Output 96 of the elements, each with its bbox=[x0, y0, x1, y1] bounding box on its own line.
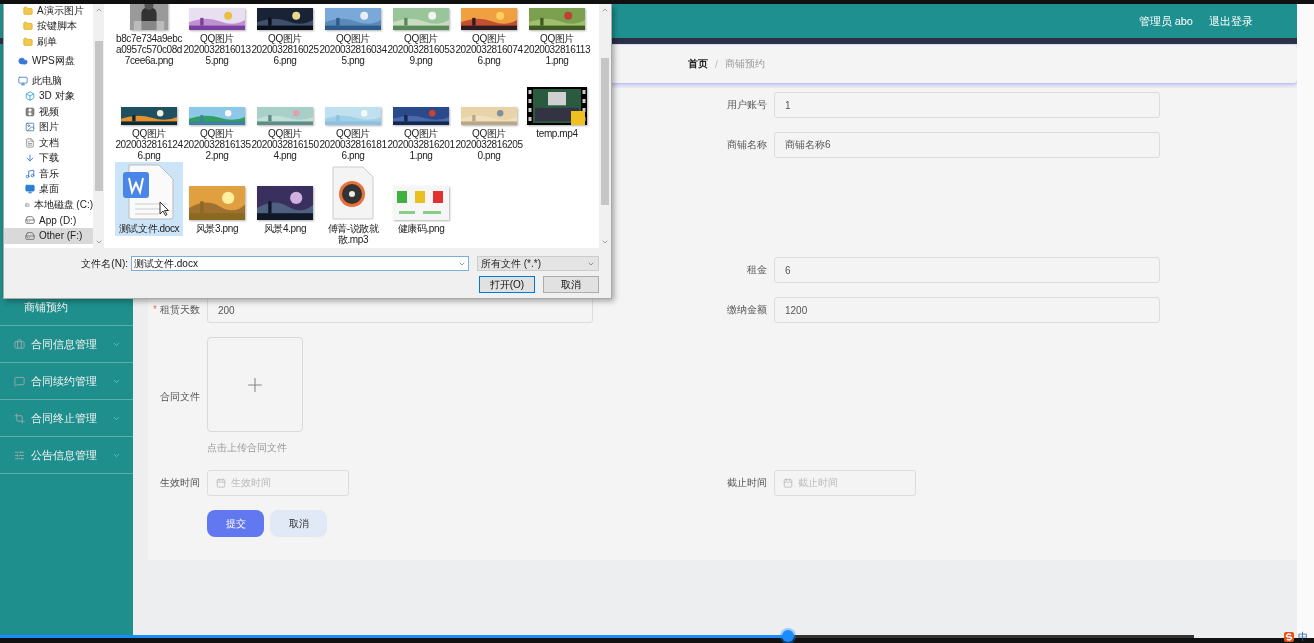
calendar-icon bbox=[783, 478, 793, 488]
nav-item[interactable]: WPS网盘 bbox=[4, 53, 93, 69]
nav-item[interactable]: 3D 对象 bbox=[4, 88, 93, 104]
music-note-icon bbox=[25, 168, 35, 179]
cancel-button[interactable]: 取消 bbox=[543, 276, 599, 293]
filename-label: 文件名(N): bbox=[80, 256, 128, 271]
field-label: 租赁天数 bbox=[160, 303, 200, 317]
nav-item[interactable]: 文档 bbox=[4, 135, 93, 151]
scroll-up-icon bbox=[94, 6, 103, 14]
scroll-down-icon bbox=[601, 238, 609, 246]
file-item[interactable]: QQ图片20200328160539.png bbox=[387, 4, 455, 67]
field-label: 截止时间 bbox=[726, 476, 767, 490]
sidebar-menu[interactable]: 合同续约管理 bbox=[0, 363, 133, 400]
open-button[interactable]: 打开(O) bbox=[479, 276, 535, 293]
nav-item[interactable]: 视频 bbox=[4, 104, 93, 120]
nav-item[interactable]: App (D:) bbox=[4, 212, 93, 228]
folder-icon bbox=[23, 36, 33, 47]
drive-icon bbox=[25, 215, 35, 226]
file-item[interactable]: QQ图片20200328162050.png bbox=[455, 67, 523, 162]
upload-hint: 点击上传合同文件 bbox=[207, 441, 288, 455]
text-field[interactable]: 1 bbox=[774, 92, 1160, 118]
film-icon bbox=[25, 106, 35, 117]
nav-item[interactable]: 刷单 bbox=[4, 34, 93, 50]
text-field[interactable]: 商铺名称6 bbox=[774, 132, 1160, 158]
user-name: 管理员 abo bbox=[1138, 13, 1193, 29]
sidebar-menu[interactable]: 合同信息管理 bbox=[0, 326, 133, 363]
sliders-icon bbox=[14, 449, 25, 461]
file-item[interactable]: 傅菁-说散就散.mp3 bbox=[319, 162, 387, 248]
field-label: 缴纳金额 bbox=[726, 303, 767, 317]
progress-slider[interactable] bbox=[0, 629, 1194, 643]
image-icon bbox=[25, 122, 35, 133]
desktop-icon bbox=[25, 184, 35, 195]
file-item[interactable]: 健康码.png bbox=[387, 162, 455, 248]
file-item[interactable]: 风景3.png bbox=[183, 162, 251, 248]
file-item[interactable]: 测试文件.docx bbox=[115, 162, 183, 236]
file-item[interactable]: QQ图片20200328160256.png bbox=[251, 4, 319, 67]
document-icon bbox=[123, 164, 175, 220]
upload-area[interactable] bbox=[207, 337, 303, 432]
scrollbar[interactable] bbox=[599, 4, 611, 248]
music-file-icon bbox=[332, 166, 374, 220]
breadcrumb-item: 商铺预约 bbox=[724, 57, 765, 71]
document-icon bbox=[25, 137, 35, 148]
folder-icon bbox=[23, 5, 33, 16]
drive-icon bbox=[25, 230, 35, 241]
calendar-icon bbox=[216, 478, 226, 488]
required-mark: * bbox=[153, 303, 157, 317]
field-label: 合同文件 bbox=[159, 389, 200, 404]
nav-item[interactable]: 本地磁盘 (C:) bbox=[4, 197, 93, 213]
file-item[interactable]: QQ图片20200328160345.png bbox=[319, 4, 387, 67]
nav-item[interactable]: 按键脚本 bbox=[4, 18, 93, 34]
folder-icon bbox=[23, 21, 33, 32]
file-item[interactable]: QQ图片20200328161816.png bbox=[319, 67, 387, 162]
cursor-icon bbox=[159, 201, 169, 216]
sidebar-menu[interactable]: 合同终止管理 bbox=[0, 400, 133, 437]
submit-button[interactable]: 提交 bbox=[207, 510, 264, 537]
nav-item[interactable]: 图片 bbox=[4, 119, 93, 135]
file-item[interactable]: QQ图片20200328160746.png bbox=[455, 4, 523, 67]
briefcase-icon bbox=[14, 338, 25, 350]
chat-icon bbox=[14, 375, 25, 387]
file-item[interactable]: QQ图片20200328160135.png bbox=[183, 4, 251, 67]
field-label: 商铺名称 bbox=[726, 138, 767, 152]
download-icon bbox=[25, 153, 35, 164]
breadcrumb-separator: / bbox=[715, 58, 718, 70]
text-field[interactable]: 1200 bbox=[774, 297, 1160, 323]
logout-link[interactable]: 退出登录 bbox=[1209, 13, 1253, 29]
text-field[interactable]: 6 bbox=[774, 257, 1160, 283]
cube-icon bbox=[25, 91, 35, 102]
file-item[interactable]: temp.mp4 bbox=[523, 67, 591, 162]
crop-icon bbox=[14, 412, 25, 424]
nav-item[interactable]: A演示图片 bbox=[4, 4, 93, 19]
breadcrumb-item[interactable]: 首页 bbox=[688, 57, 708, 71]
file-item[interactable]: QQ图片20200328162011.png bbox=[387, 67, 455, 162]
scroll-up-icon bbox=[601, 6, 609, 14]
nav-item[interactable]: 音乐 bbox=[4, 166, 93, 182]
file-item[interactable]: QQ图片20200328161352.png bbox=[183, 67, 251, 162]
file-item[interactable]: QQ图片20200328161131.png bbox=[523, 4, 591, 67]
file-item[interactable]: QQ图片20200328161246.png bbox=[115, 67, 183, 162]
field-label: 生效时间 bbox=[159, 476, 200, 490]
sidebar-menu[interactable]: 公告信息管理 bbox=[0, 437, 133, 474]
file-item[interactable]: 风景4.png bbox=[251, 162, 319, 248]
nav-item[interactable]: Other (F:) bbox=[4, 228, 93, 244]
nav-item[interactable]: 下载 bbox=[4, 150, 93, 166]
file-item[interactable]: QQ图片20200328161504.png bbox=[251, 67, 319, 162]
nav-item[interactable]: 桌面 bbox=[4, 181, 93, 197]
file-item[interactable]: b8c7e734a9ebca0957c570c08d7cee6a.png bbox=[115, 4, 183, 67]
nav-item[interactable]: 此电脑 bbox=[4, 73, 93, 89]
filename-field[interactable]: 测试文件.docx bbox=[131, 256, 469, 271]
field-label: 用户账号 bbox=[726, 98, 767, 112]
scroll-down-icon bbox=[94, 238, 103, 246]
file-type-dropdown[interactable]: 所有文件 (*.*) bbox=[477, 256, 599, 271]
cancel-button[interactable]: 取消 bbox=[270, 510, 327, 537]
computer-icon bbox=[18, 75, 28, 86]
text-field[interactable]: 200 bbox=[207, 297, 593, 323]
cloud-icon bbox=[18, 56, 28, 67]
input-method-icon bbox=[1284, 632, 1294, 642]
field-label: 租金 bbox=[746, 263, 767, 277]
